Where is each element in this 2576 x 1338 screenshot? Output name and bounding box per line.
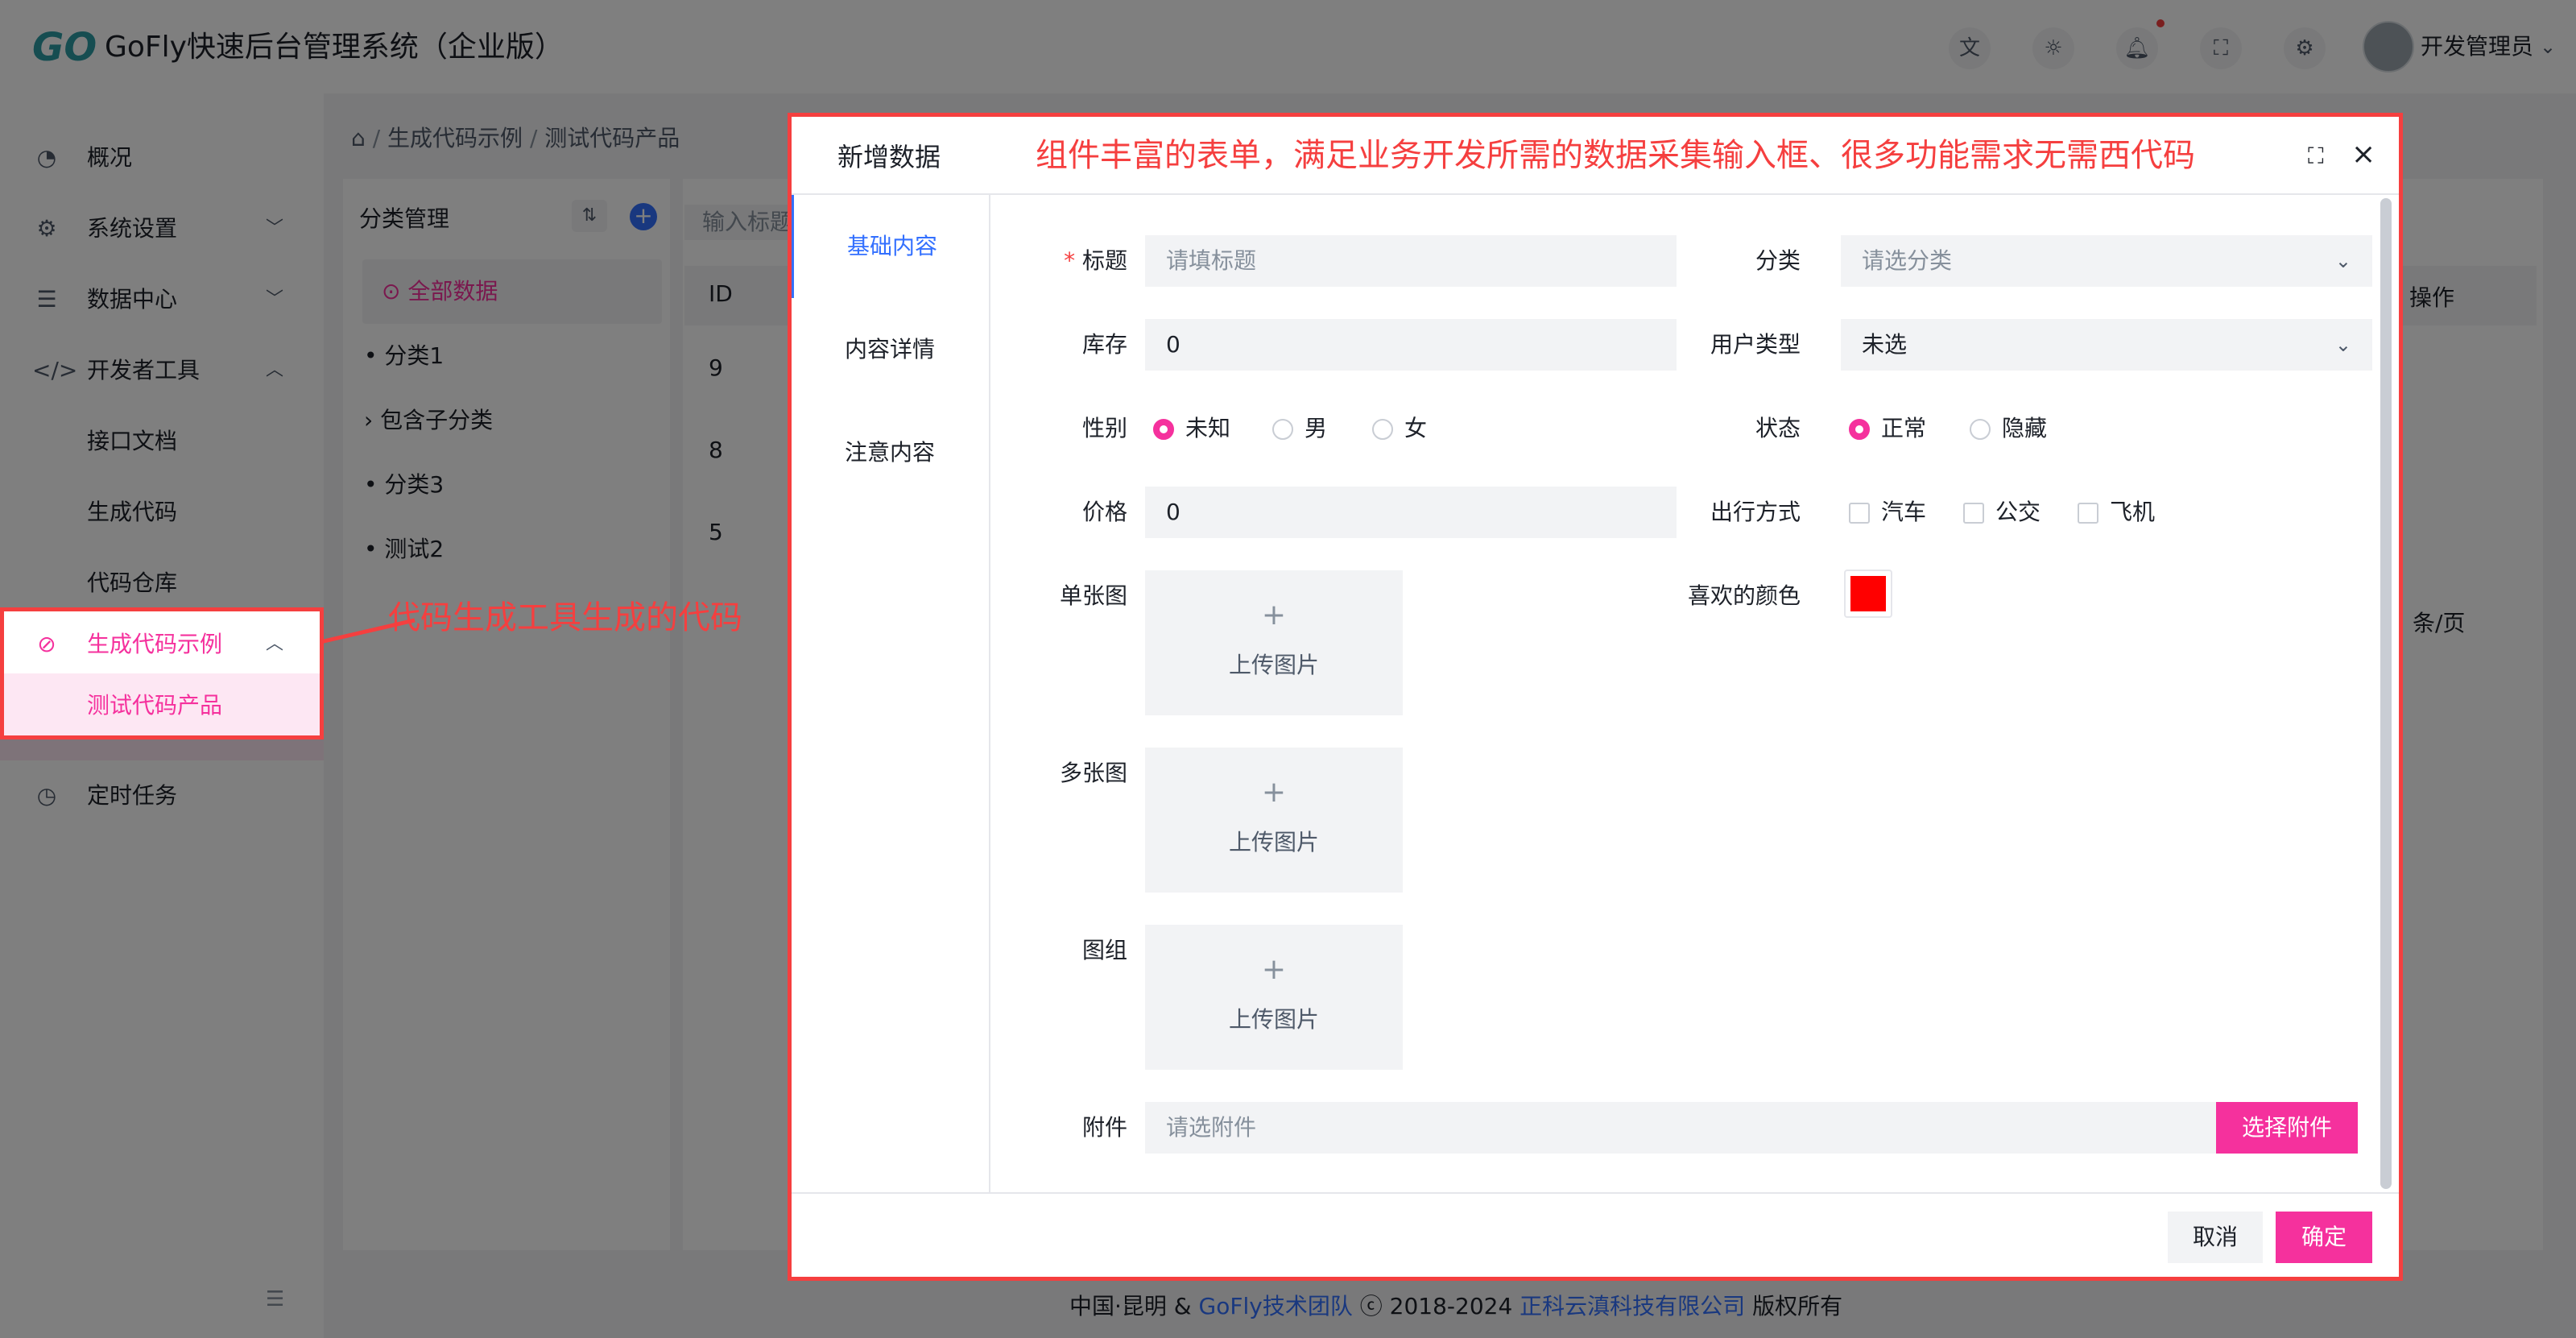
- annotation-side-note: 代码生成工具生成的代码: [388, 599, 742, 636]
- annotation-box-sidebar: [0, 607, 324, 739]
- annotation-box-modal: [788, 113, 2403, 1281]
